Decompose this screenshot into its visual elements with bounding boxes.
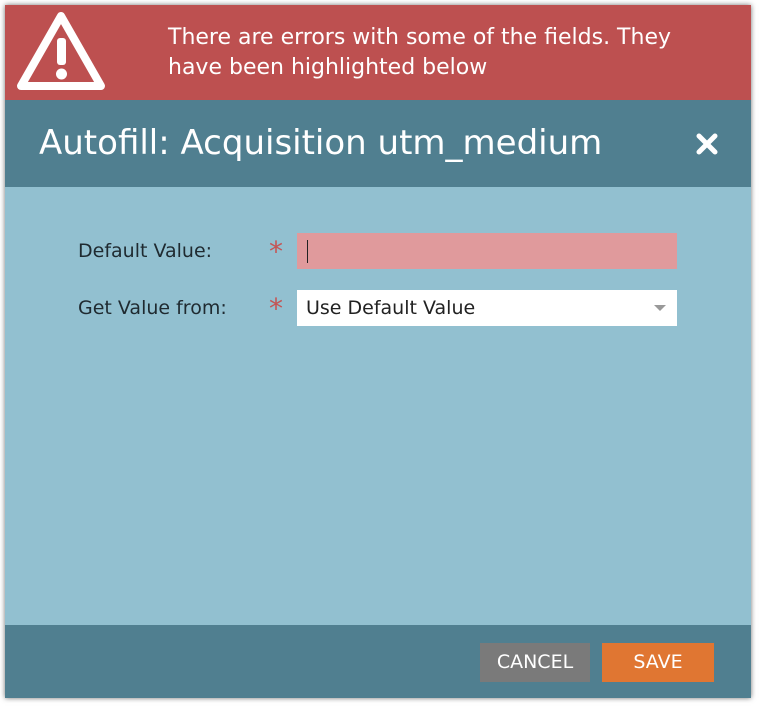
dialog-footer: CANCEL SAVE bbox=[5, 625, 751, 698]
cancel-button[interactable]: CANCEL bbox=[480, 643, 590, 682]
text-caret bbox=[307, 240, 308, 263]
error-message: There are errors with some of the fields… bbox=[168, 25, 671, 80]
save-button[interactable]: SAVE bbox=[602, 643, 714, 682]
warning-icon bbox=[17, 12, 105, 90]
error-banner: There are errors with some of the fields… bbox=[5, 5, 751, 100]
get-value-from-label: Get Value from: bbox=[78, 297, 227, 319]
chevron-down-icon bbox=[654, 305, 666, 311]
get-value-from-select[interactable]: Use Default Value bbox=[297, 290, 677, 326]
default-value-input[interactable] bbox=[297, 233, 677, 269]
close-icon[interactable] bbox=[691, 128, 723, 160]
required-asterisk-icon: * bbox=[269, 235, 283, 268]
select-selected-value: Use Default Value bbox=[306, 297, 476, 319]
dialog-header: Autofill: Acquisition utm_medium bbox=[5, 100, 751, 187]
autofill-dialog: There are errors with some of the fields… bbox=[5, 5, 751, 698]
dialog-title: Autofill: Acquisition utm_medium bbox=[39, 123, 603, 163]
get-value-from-row: Get Value from: * Use Default Value bbox=[5, 290, 751, 326]
required-asterisk-icon: * bbox=[269, 292, 283, 325]
default-value-row: Default Value: * bbox=[5, 233, 751, 269]
default-value-label: Default Value: bbox=[78, 240, 213, 262]
